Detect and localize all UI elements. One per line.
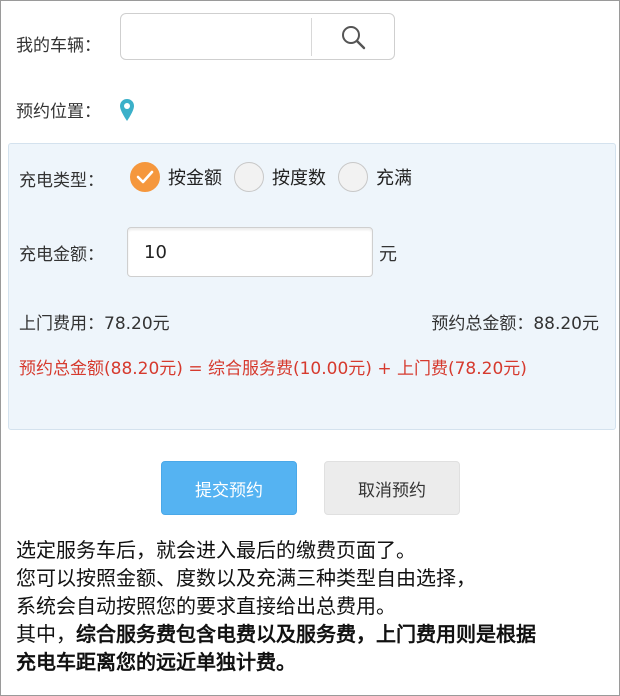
charge-panel: 充电类型： 按金额 按度数 充满 充电金额： 元 上门费用：78.20元 预约总… (8, 143, 616, 430)
charge-type-radio-group: 按金额 按度数 充满 (130, 162, 424, 192)
location-label: 预约位置： (16, 102, 101, 122)
radio-label: 按金额 (168, 168, 222, 189)
search-icon (342, 25, 366, 49)
visit-fee-text: 上门费用：78.20元 (19, 314, 170, 334)
map-pin-icon[interactable] (119, 98, 135, 122)
search-button[interactable] (312, 14, 394, 59)
amount-unit: 元 (379, 244, 397, 265)
caption-line: 选定服务车后，就会进入最后的缴费页面了。 (16, 538, 416, 562)
fee-formula: 预约总金额(88.20元) = 综合服务费(10.00元) + 上门费(78.2… (19, 359, 527, 379)
charge-type-label: 充电类型： (19, 171, 104, 191)
caption-bold: 综合服务费包含电费以及服务费，上门费用则是根据 (76, 622, 536, 646)
radio-circle-icon (234, 162, 264, 192)
submit-booking-button[interactable]: 提交预约 (161, 461, 297, 515)
cancel-booking-button[interactable]: 取消预约 (324, 461, 460, 515)
vehicle-search-field[interactable] (120, 13, 395, 60)
caption-bold: 充电车距离您的远近单独计费。 (16, 650, 296, 674)
caption-line: 您可以按照金额、度数以及充满三种类型自由选择， (16, 566, 476, 590)
caption-line: 系统会自动按照您的要求直接给出总费用。 (16, 594, 396, 618)
radio-circle-icon (338, 162, 368, 192)
checkmark-icon (130, 162, 160, 192)
radio-by-kwh[interactable]: 按度数 (234, 162, 326, 192)
caption-prefix: 其中， (16, 622, 76, 646)
radio-label: 按度数 (272, 168, 326, 189)
charge-amount-input[interactable] (127, 227, 373, 277)
radio-full[interactable]: 充满 (338, 162, 412, 192)
description-caption: 选定服务车后，就会进入最后的缴费页面了。 您可以按照金额、度数以及充满三种类型自… (16, 536, 612, 676)
caption-line: 其中，综合服务费包含电费以及服务费，上门费用则是根据 (16, 620, 612, 648)
radio-by-amount[interactable]: 按金额 (130, 162, 222, 192)
radio-label: 充满 (376, 168, 412, 189)
charge-amount-label: 充电金额： (19, 245, 104, 265)
total-amount-text: 预约总金额：88.20元 (431, 314, 599, 334)
vehicle-label: 我的车辆： (16, 36, 101, 56)
caption-line: 充电车距离您的远近单独计费。 (16, 648, 612, 676)
